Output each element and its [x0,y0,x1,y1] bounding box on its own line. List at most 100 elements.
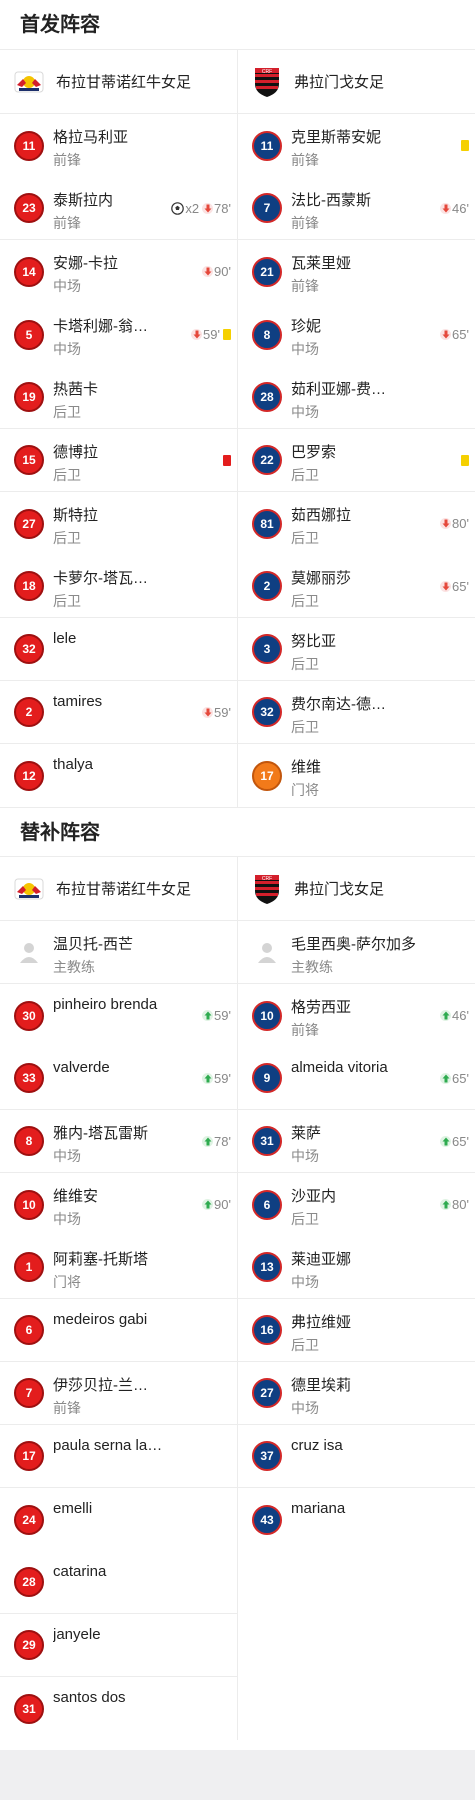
player-row[interactable]: 1 阿莉塞-托斯塔 门将 [0,1236,237,1299]
player-row[interactable]: 16 弗拉维娅 后卫 [238,1299,475,1362]
player-row[interactable]: 23 泰斯拉内 前锋 x2 78' [0,177,237,240]
event-text: 80' [452,516,469,531]
player-row[interactable]: 温贝托-西芒 主教练 [0,921,237,984]
player-events: 78' [202,1134,231,1149]
event-text: 65' [452,578,469,594]
player-name: 阿莉塞-托斯塔 [53,1251,148,1268]
player-row[interactable]: 9 almeida vitoria 65' [238,1047,475,1110]
player-events [461,140,469,151]
event-text: 90' [214,264,231,279]
out-event: 46' [440,201,469,216]
player-row[interactable]: 17 维维 门将 [238,744,475,807]
player-row[interactable]: 10 格劳西亚 前锋 46' [238,984,475,1047]
bragantino-logo-icon [14,874,44,904]
player-row[interactable]: 22 巴罗索 后卫 [238,429,475,492]
player-row[interactable]: 33 valverde 59' [0,1047,237,1110]
event-text: 59' [214,1008,231,1023]
player-row[interactable]: 5 卡塔利娜-翁… 中场 59' [0,303,237,366]
player-position: 前锋 [291,278,319,294]
player-position: 前锋 [291,152,319,168]
player-info: 德博拉 后卫 [53,429,223,485]
player-row[interactable]: 24 emelli [0,1488,237,1551]
player-row[interactable]: 32 费尔南达-德… 后卫 [238,681,475,744]
player-row[interactable]: 32 lele [0,618,237,681]
player-row[interactable]: 2 tamires 59' [0,681,237,744]
player-info: 安娜-卡拉 中场 [53,240,202,296]
jersey-number: 8 [14,1126,44,1156]
jersey-number: 27 [14,508,44,539]
player-info: 费尔南达-德… 后卫 [291,681,469,737]
player-row[interactable]: 11 克里斯蒂安妮 前锋 [238,114,475,177]
coach-avatar-icon [14,937,44,967]
coach-avatar-icon [252,937,282,967]
sub-in-arrow-icon [202,1072,214,1084]
event-text: x2 [185,200,200,216]
player-info: 热茜卡 后卫 [53,366,231,422]
home-team-header-subs[interactable]: 布拉甘蒂诺红牛女足 [0,857,238,921]
player-info: 卡塔利娜-翁… 中场 [53,303,191,359]
player-row[interactable]: 13 莱迪亚娜 中场 [238,1236,475,1299]
jersey-number: 10 [14,1189,44,1220]
player-position: 后卫 [53,467,81,483]
coach-name: 毛里西奥-萨尔加多 [291,936,416,953]
player-row[interactable]: 37 cruz isa [238,1425,475,1488]
away-team-header[interactable]: CRF 弗拉门戈女足 [238,50,475,114]
away-team-header-subs[interactable]: CRF 弗拉门戈女足 [238,857,475,921]
player-row[interactable]: 6 medeiros gabi [0,1299,237,1362]
jersey-number: 16 [252,1315,282,1345]
player-row[interactable]: 7 法比-西蒙斯 前锋 46' [238,177,475,240]
player-row[interactable]: 15 德博拉 后卫 [0,429,237,492]
player-row[interactable]: 43 mariana [238,1488,475,1551]
player-events: 65' [440,579,469,594]
player-row[interactable]: 31 santos dos [0,1677,237,1740]
player-row[interactable]: 28 catarina [0,1551,237,1614]
player-row[interactable]: 21 瓦莱里娅 前锋 [238,240,475,303]
player-row[interactable]: 28 茹利亚娜-费… 中场 [238,366,475,429]
player-position: 后卫 [53,593,81,609]
sub-out-arrow-icon [202,266,214,277]
away-team-name: 弗拉门戈女足 [294,881,385,898]
player-name: 克里斯蒂安妮 [291,129,382,146]
sub-out-arrow-icon [440,518,452,529]
jersey-number: 28 [14,1567,44,1597]
player-row[interactable]: 2 莫娜丽莎 后卫 65' [238,555,475,618]
player-row[interactable]: 6 沙亚内 后卫 80' [238,1173,475,1236]
in-event: 90' [202,1197,231,1212]
player-row[interactable]: 毛里西奥-萨尔加多 主教练 [238,921,475,984]
player-info: 茹西娜拉 后卫 [291,492,440,548]
player-name: 维维安 [53,1188,99,1205]
player-info: 德里埃莉 中场 [291,1362,469,1418]
player-events [461,454,469,466]
player-name: cruz isa [291,1437,343,1454]
player-position: 后卫 [291,656,319,672]
player-row[interactable]: 27 斯特拉 后卫 [0,492,237,555]
jersey-number: 13 [252,1252,282,1282]
event-text: 80' [452,1197,469,1212]
player-row[interactable]: 7 伊莎贝拉-兰… 前锋 [0,1362,237,1425]
player-row[interactable]: 8 珍妮 中场 65' [238,303,475,366]
player-row[interactable]: 14 安娜-卡拉 中场 90' [0,240,237,303]
player-row[interactable]: 11 格拉马利亚 前锋 [0,114,237,177]
player-row[interactable]: 29 janyele [0,1614,237,1677]
player-row[interactable]: 10 维维安 中场 90' [0,1173,237,1236]
player-row[interactable]: 3 努比亚 后卫 [238,618,475,681]
player-row[interactable]: 12 thalya [0,744,237,807]
player-row[interactable]: 18 卡萝尔-塔瓦… 后卫 [0,555,237,618]
player-name: 热茜卡 [53,381,99,398]
jersey-number: 32 [252,697,282,727]
player-row[interactable]: 31 莱萨 中场 65' [238,1110,475,1173]
home-team-header[interactable]: 布拉甘蒂诺红牛女足 [0,50,238,114]
player-row[interactable]: 8 雅内-塔瓦雷斯 中场 78' [0,1110,237,1173]
player-info: tamires [53,681,202,713]
player-info: emelli [53,1488,231,1520]
player-events: 65' [440,1134,469,1149]
player-row[interactable]: 30 pinheiro brenda 59' [0,984,237,1047]
player-name: 弗拉维娅 [291,1314,352,1331]
player-row[interactable]: 27 德里埃莉 中场 [238,1362,475,1425]
player-row[interactable]: 19 热茜卡 后卫 [0,366,237,429]
sub-in-arrow-icon [440,1199,452,1210]
player-row[interactable]: 81 茹西娜拉 后卫 80' [238,492,475,555]
jersey-number: 10 [252,1000,282,1031]
player-name: 斯特拉 [53,507,99,524]
player-row[interactable]: 17 paula serna la… [0,1425,237,1488]
